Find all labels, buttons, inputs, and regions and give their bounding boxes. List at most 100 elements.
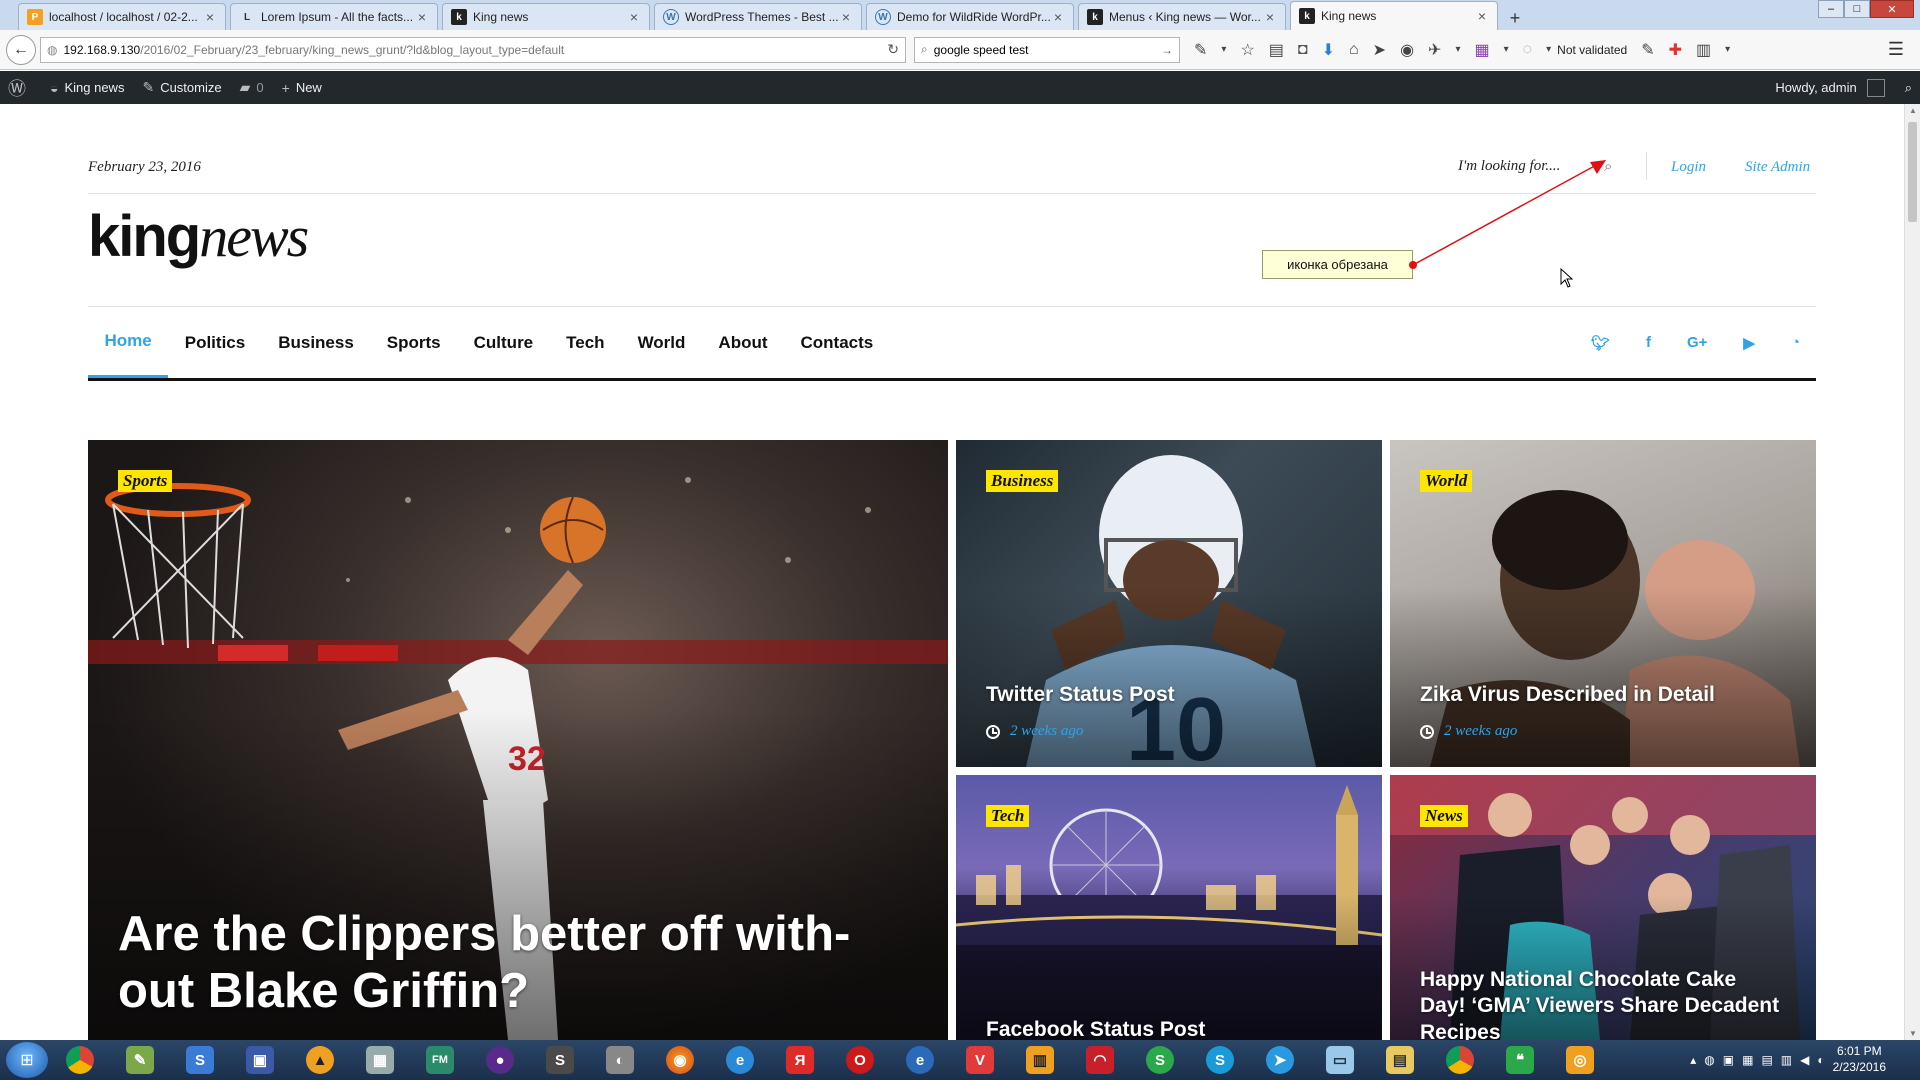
login-link[interactable]: Login xyxy=(1671,159,1706,176)
far-manager-app-icon[interactable]: FM xyxy=(416,1042,464,1078)
screenshot-app-icon[interactable]: ◎ xyxy=(1556,1042,1604,1078)
search-icon[interactable]: ⌕ xyxy=(1604,158,1612,175)
close-tab-icon[interactable]: × xyxy=(203,9,217,25)
s-app-icon[interactable]: S xyxy=(1136,1042,1184,1078)
page-scrollbar[interactable]: ▲ ▼ xyxy=(1904,104,1920,1040)
nav-item-contacts[interactable]: Contacts xyxy=(784,307,890,378)
scrollbar-thumb[interactable] xyxy=(1908,122,1917,222)
close-tab-icon[interactable]: × xyxy=(1475,8,1489,24)
edit-icon[interactable]: ✎ xyxy=(1641,40,1654,60)
category-badge[interactable]: Tech xyxy=(986,805,1030,827)
close-tab-icon[interactable]: × xyxy=(415,9,429,25)
sublime-app-icon[interactable]: S xyxy=(536,1042,584,1078)
rss-icon[interactable]: ◔ xyxy=(1791,334,1800,351)
nav-item-about[interactable]: About xyxy=(702,307,784,378)
network-icon[interactable]: ▥ xyxy=(1781,1053,1792,1067)
post-card[interactable]: 10 Business Twitter Status Post 2 weeks … xyxy=(956,440,1382,767)
twitter-icon[interactable]: 🐦︎ xyxy=(1591,334,1610,352)
calculator-app-icon[interactable]: ▦ xyxy=(356,1042,404,1078)
screenshot-icon[interactable]: ✎ xyxy=(1194,40,1207,60)
yandex-app-icon[interactable]: Я xyxy=(776,1042,824,1078)
save-app-icon[interactable]: ▣ xyxy=(236,1042,284,1078)
post-card[interactable]: News Happy National Chocolate Cake Day! … xyxy=(1390,775,1816,1040)
dropdown-icon[interactable]: ▾ xyxy=(1725,44,1730,55)
google-plus-icon[interactable]: G+ xyxy=(1687,334,1707,351)
home-icon[interactable]: ⌂ xyxy=(1349,41,1359,59)
category-badge[interactable]: Business xyxy=(986,470,1059,492)
hangouts-app-icon[interactable]: ❝ xyxy=(1496,1042,1544,1078)
post-card[interactable]: Tech Facebook Status Post xyxy=(956,775,1382,1040)
notepad-app-icon[interactable]: ✎ xyxy=(116,1042,164,1078)
url-bar[interactable]: ◍ 192.168.9.130/2016/02_February/23_febr… xyxy=(40,36,906,63)
vivaldi-app-icon[interactable]: V xyxy=(956,1042,1004,1078)
browser-tab[interactable]: P localhost / localhost / 02-2... × xyxy=(18,3,226,30)
tray-app-icon[interactable]: ◐ xyxy=(1817,1053,1824,1067)
category-badge[interactable]: News xyxy=(1420,805,1468,827)
taskbar-clock[interactable]: 6:01 PM 2/23/2016 xyxy=(1833,1044,1886,1075)
back-arrow-icon[interactable]: ← xyxy=(6,34,36,65)
browser-search-input[interactable] xyxy=(933,42,1161,57)
browser-tab[interactable]: k King news × xyxy=(442,3,650,30)
tool-icon[interactable]: ✈ xyxy=(1428,40,1441,60)
close-tab-icon[interactable]: × xyxy=(839,9,853,25)
browser-tab[interactable]: L Lorem Ipsum - All the facts... × xyxy=(230,3,438,30)
admin-bar-customize[interactable]: ✎ Customize xyxy=(142,79,221,96)
skype-app-icon[interactable]: S xyxy=(1196,1042,1244,1078)
dropdown-icon[interactable]: ▾ xyxy=(1455,44,1460,55)
post-title[interactable]: Happy National Chocolate Cake Day! ‘GMA’… xyxy=(1420,967,1786,1040)
site-info-icon[interactable]: ◍ xyxy=(47,43,57,57)
post-card[interactable]: World Zika Virus Described in Detail 2 w… xyxy=(1390,440,1816,767)
language-flag-icon[interactable]: ▤ xyxy=(1761,1053,1772,1067)
category-badge[interactable]: Sports xyxy=(118,470,173,492)
post-title[interactable]: Zika Virus Described in Detail xyxy=(1420,682,1786,708)
browser-tab[interactable]: W WordPress Themes - Best ... × xyxy=(654,3,862,30)
admin-bar-new[interactable]: + New xyxy=(282,80,322,96)
close-tab-icon[interactable]: × xyxy=(1051,9,1065,25)
site-logo[interactable]: kingnews xyxy=(88,208,309,266)
validator-icon[interactable]: ◌ xyxy=(1523,41,1533,59)
close-tab-icon[interactable]: × xyxy=(1263,9,1277,25)
tray-app-icon[interactable]: ◍ xyxy=(1704,1053,1714,1067)
post-title[interactable]: Twitter Status Post xyxy=(986,682,1352,708)
site-search-input[interactable] xyxy=(1458,158,1588,175)
not-validated-label[interactable]: Not validated xyxy=(1557,43,1627,57)
menu-hamburger-icon[interactable]: ☰ xyxy=(1888,39,1914,60)
facebook-icon[interactable]: f xyxy=(1646,334,1651,351)
reload-icon[interactable]: ↻ xyxy=(887,41,899,58)
new-tab-icon[interactable]: + xyxy=(1502,6,1528,30)
admin-bar-site-link[interactable]: ◒ King news xyxy=(50,80,124,96)
edge-app-icon[interactable]: e xyxy=(896,1042,944,1078)
ie-app-icon[interactable]: e xyxy=(716,1042,764,1078)
nav-item-home[interactable]: Home xyxy=(88,307,169,378)
send-icon[interactable]: ➤ xyxy=(1373,40,1386,60)
scroll-down-icon[interactable]: ▼ xyxy=(1905,1029,1920,1038)
youtube-icon[interactable]: ▶ xyxy=(1743,334,1755,352)
tray-app-icon[interactable]: ▦ xyxy=(1742,1053,1753,1067)
nav-item-sports[interactable]: Sports xyxy=(370,307,457,378)
tray-expand-icon[interactable]: ▴ xyxy=(1690,1053,1696,1067)
telegram-app-icon[interactable]: ➤ xyxy=(1256,1042,1304,1078)
avatar[interactable] xyxy=(1866,78,1885,97)
maximize-icon[interactable]: □ xyxy=(1844,0,1870,18)
extension-icon[interactable]: ✚ xyxy=(1669,40,1682,60)
post-title[interactable]: Facebook Status Post xyxy=(986,1017,1352,1040)
nav-item-business[interactable]: Business xyxy=(262,307,371,378)
explorer-app-icon[interactable]: ▤ xyxy=(1376,1042,1424,1078)
download-icon[interactable]: ⬇ xyxy=(1322,40,1335,60)
mask-app-icon[interactable]: ◐ xyxy=(596,1042,644,1078)
skype-style-app-icon[interactable]: S xyxy=(176,1042,224,1078)
tool-app-icon[interactable]: ▥ xyxy=(1016,1042,1064,1078)
notes-app-icon[interactable]: ▭ xyxy=(1316,1042,1364,1078)
nav-item-politics[interactable]: Politics xyxy=(168,307,261,378)
opera-app-icon[interactable]: O xyxy=(836,1042,884,1078)
chat-icon[interactable]: ◉ xyxy=(1400,40,1414,60)
chrome-app-icon[interactable] xyxy=(56,1042,104,1078)
admin-search-icon[interactable]: ⌕ xyxy=(1905,80,1912,96)
warning-app-icon[interactable]: ▲ xyxy=(296,1042,344,1078)
wordpress-logo-icon[interactable]: Ⓦ xyxy=(8,75,32,101)
nav-item-world[interactable]: World xyxy=(621,307,702,378)
nav-item-culture[interactable]: Culture xyxy=(457,307,550,378)
start-button[interactable]: ⊞ xyxy=(6,1042,48,1078)
chrome-app-icon[interactable] xyxy=(1436,1042,1484,1078)
tray-app-icon[interactable]: ▣ xyxy=(1723,1053,1734,1067)
